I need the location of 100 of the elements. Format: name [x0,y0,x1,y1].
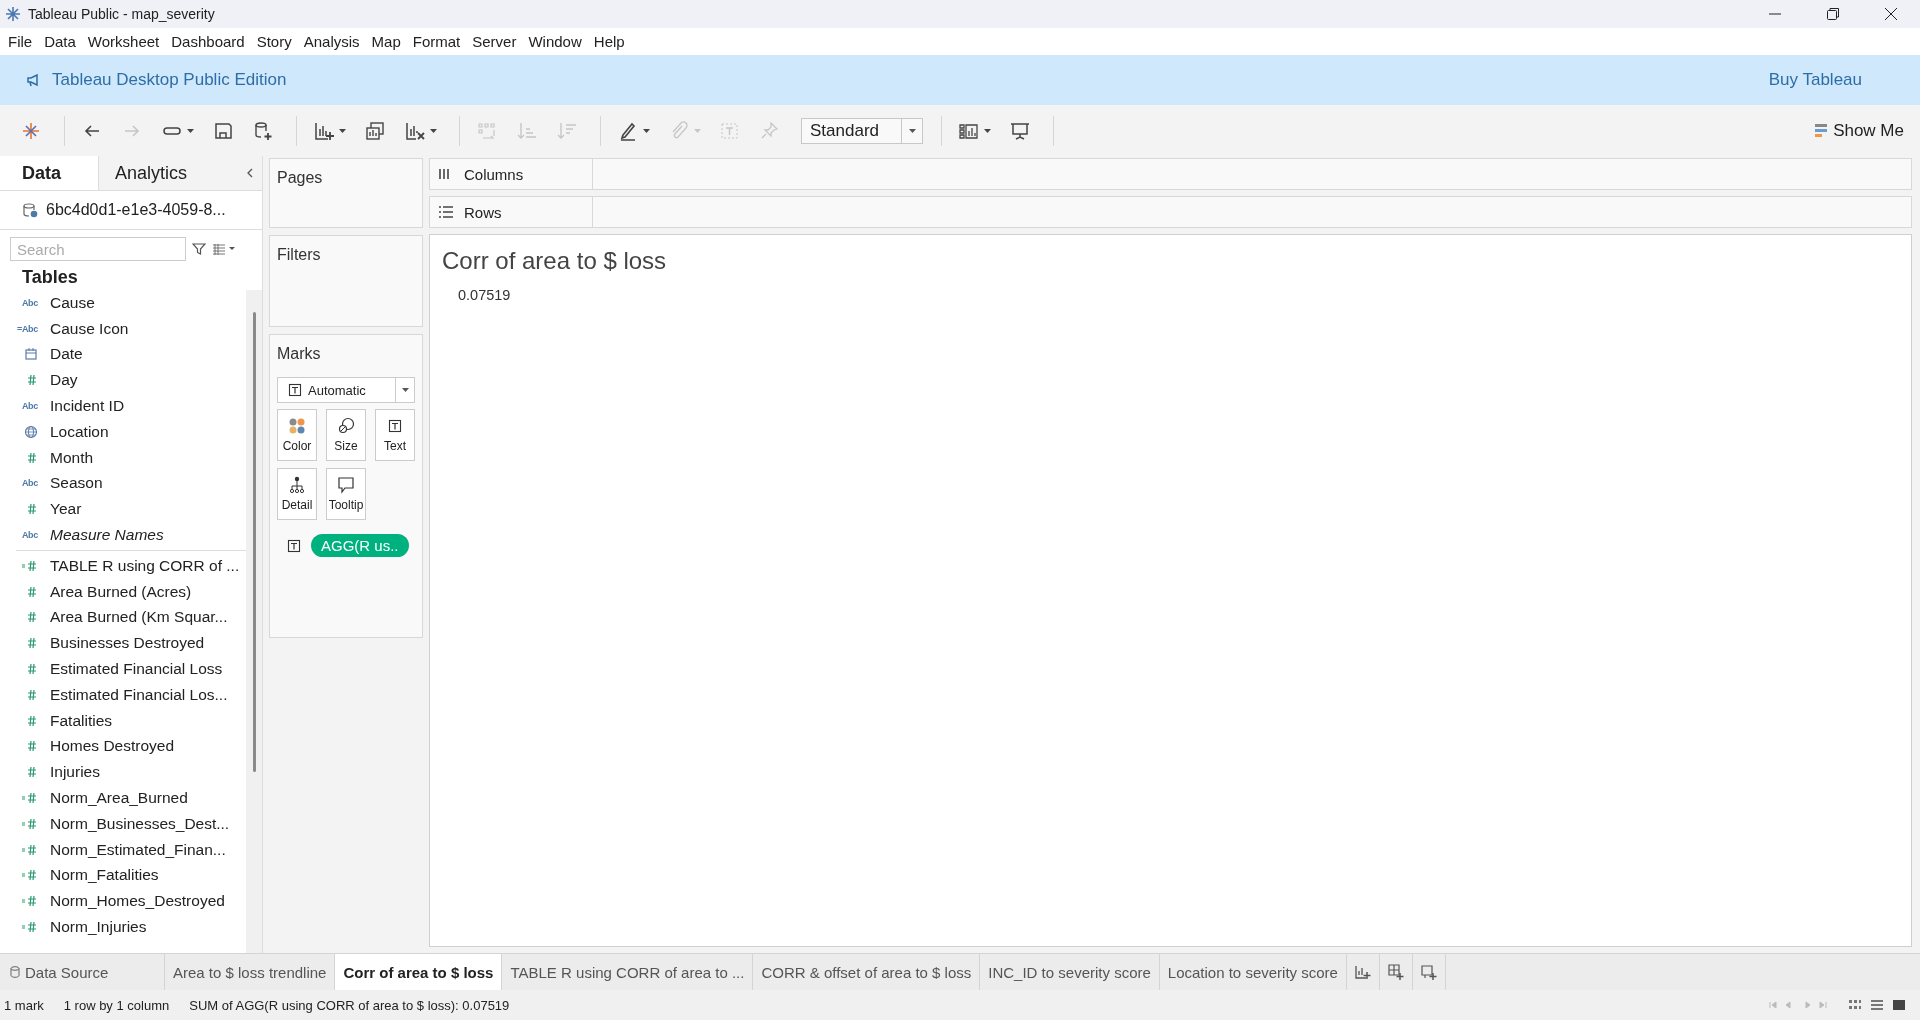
window-title: Tableau Public - map_severity [28,6,215,22]
sheet-tab[interactable]: Corr of area to $ loss [335,954,503,990]
calendar-icon [24,347,38,362]
menu-item[interactable]: Map [365,33,407,50]
field-name[interactable]: Day [50,371,78,390]
field-name[interactable]: Norm_Injuries [50,918,147,936]
filter-icon[interactable] [192,242,206,256]
field-name[interactable]: Incident ID [50,397,125,416]
mark-card[interactable]: Size [326,409,366,461]
value-label: 0.07519 [458,287,512,303]
field-name[interactable]: Area Burned (Km Squar... [50,608,228,627]
field-name[interactable]: Norm_Estimated_Finan... [50,840,226,859]
field-name[interactable]: Injuries [50,763,100,782]
shelf-label: Rows [464,203,502,221]
menu-item[interactable]: Story [250,33,298,50]
field-name[interactable]: Homes Destroyed [50,737,175,756]
pane-tab[interactable]: Analytics [98,156,238,190]
text-icon [386,417,404,435]
mark-card[interactable]: Tooltip [326,468,366,520]
text-type-icon: Abc [21,478,38,489]
globe-icon [24,424,38,439]
megaphone-icon [26,73,40,87]
field-name[interactable]: Cause Icon [50,319,129,338]
caret-icon [984,128,991,133]
field-name[interactable]: Location [50,422,109,441]
field-name[interactable]: Norm_Fatalities [50,866,159,885]
calculated-number-icon [22,558,38,573]
text-mark-icon [287,538,301,553]
show-me-icon [1815,122,1828,139]
field-name[interactable]: Year [50,500,82,519]
caret-icon [694,128,701,133]
calculated-number-icon [22,842,38,857]
pages-title: Pages [277,169,324,187]
calculated-number-icon [22,816,38,831]
restore-icon [1827,8,1839,20]
menu-item[interactable]: Data [38,33,82,50]
scrollbar-thumb[interactable] [252,312,256,772]
menu-item[interactable]: Help [587,33,631,50]
text-mark-icon [288,383,302,397]
field-name[interactable]: Month [50,448,94,467]
menu-item[interactable]: Server [466,33,523,50]
marks-title: Marks [277,345,322,363]
datasource-name[interactable]: 6bc4d0d1-e1e3-4059-8... [46,201,226,219]
edition-title: Tableau Desktop Public Edition [52,70,287,90]
search-field[interactable]: Search [10,237,186,261]
calculated-number-icon [22,868,38,883]
field-name[interactable]: Season [50,474,103,493]
database-icon [10,966,20,978]
new-worksheet-icon[interactable] [1353,963,1372,981]
text-type-icon: Abc [21,530,38,541]
field-name[interactable]: Date [50,345,83,364]
new-story-icon[interactable] [1419,963,1438,981]
duplicate-icon [364,119,386,142]
field-name[interactable]: Area Burned (Acres) [50,582,192,601]
speech-bubble-icon [337,476,355,494]
menu-item[interactable]: Analysis [297,33,366,50]
field-name[interactable]: Estimated Financial Loss [50,660,223,679]
list-view-icon[interactable] [212,243,236,255]
collapse-icon[interactable] [246,168,254,178]
grid-view-icon[interactable] [1848,999,1862,1011]
new-dashboard-icon[interactable] [1386,963,1405,981]
field-name[interactable]: Norm_Businesses_Dest... [50,814,230,833]
menu-item[interactable]: File [2,33,39,50]
caret-icon [430,128,437,133]
caret-icon [187,128,194,133]
database-plus-icon [252,119,274,142]
menu-item[interactable]: Dashboard [165,33,251,50]
show-me-button[interactable]: Show Me [1807,116,1912,145]
caret-icon [339,128,346,133]
field-name[interactable]: Cause [50,293,95,312]
status-text: 1 mark [4,997,44,1013]
field-name[interactable]: Norm_Area_Burned [50,789,188,808]
caret-icon [401,388,409,392]
field-name[interactable]: Measure Names [50,526,164,545]
rows-icon [438,204,454,220]
fit-dropdown[interactable]: Standard [801,117,923,144]
hierarchy-icon [288,476,306,494]
mark-card[interactable]: Color [277,409,317,461]
app-icon [4,5,22,23]
menu-item[interactable]: Window [522,33,588,50]
mark-card[interactable]: Detail [277,468,317,520]
field-name[interactable]: TABLE R using CORR of ... [50,556,240,575]
mark-type-dropdown[interactable]: Automatic [277,377,415,403]
calculated-number-icon [22,920,38,934]
menu-item[interactable]: Format [406,33,467,50]
field-name[interactable]: Estimated Financial Los... [50,685,228,704]
close-icon [1885,8,1897,20]
buy-link[interactable]: Buy Tableau [1768,70,1862,90]
menu-item[interactable]: Worksheet [81,33,166,50]
tables-heading: Tables [21,266,79,289]
field-name[interactable]: Norm_Homes_Destroyed [50,892,225,911]
text-type-icon: Abc [21,401,38,412]
list-view-icon[interactable] [1870,999,1884,1011]
mark-card[interactable]: Text [375,409,415,461]
single-view-icon[interactable] [1892,999,1906,1011]
field-name[interactable]: Businesses Destroyed [50,634,205,653]
sheet-title: Corr of area to $ loss [442,247,668,275]
calculated-number-icon [22,791,38,806]
color-dots-icon [288,417,306,435]
field-name[interactable]: Fatalities [50,711,113,730]
